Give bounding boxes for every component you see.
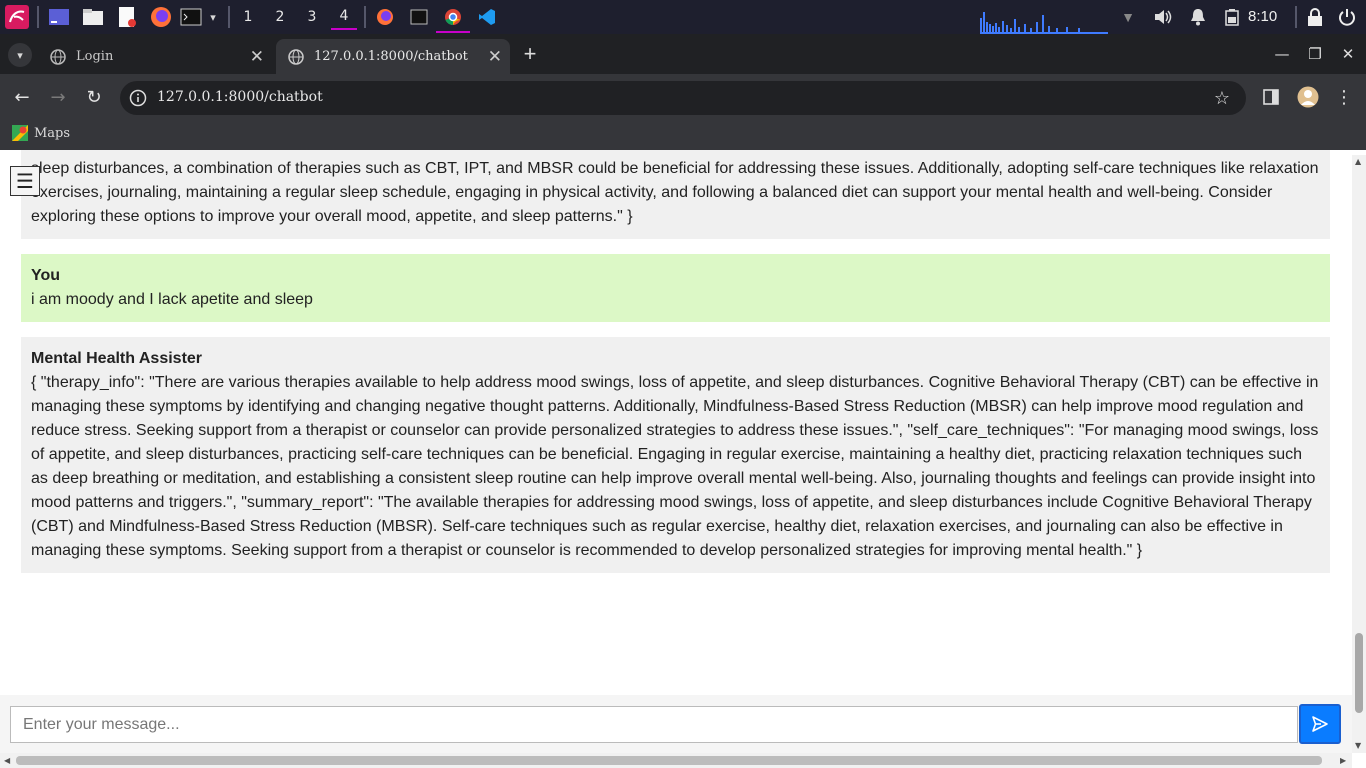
taskbar-separator xyxy=(37,6,39,28)
close-tab-icon[interactable]: ✕ xyxy=(250,47,264,67)
message-bot: sleep disturbances, a combination of the… xyxy=(21,150,1330,239)
browser-tabstrip: ▾ Login ✕ 127.0.0.1:8000/chatbot ✕ + xyxy=(0,34,1366,74)
tab-search-chevron-icon[interactable]: ▾ xyxy=(8,43,32,67)
back-button[interactable]: ← xyxy=(10,85,34,109)
globe-icon xyxy=(50,48,66,65)
firefox-window-icon[interactable] xyxy=(374,6,396,28)
chevron-down-icon[interactable]: ▾ xyxy=(206,6,220,28)
chrome-window-icon[interactable] xyxy=(442,6,464,28)
firefox-icon[interactable] xyxy=(148,6,174,28)
address-bar[interactable]: 127.0.0.1:8000/chatbot ☆ xyxy=(120,81,1246,115)
bookmark-star-icon[interactable]: ☆ xyxy=(1210,86,1234,110)
chat-page: sleep disturbances, a combination of the… xyxy=(0,150,1366,768)
file-manager-icon[interactable] xyxy=(80,6,106,28)
tab-title: 127.0.0.1:8000/chatbot xyxy=(314,49,468,64)
tab-title: Login xyxy=(76,49,114,64)
message-text: { "therapy_info": "There are various the… xyxy=(31,374,1319,559)
workspace-4[interactable]: 4 xyxy=(331,4,357,30)
message-text: sleep disturbances, a combination of the… xyxy=(31,160,1319,225)
reload-button[interactable]: ↻ xyxy=(82,85,106,109)
horizontal-scroll-thumb[interactable] xyxy=(16,756,1322,765)
send-button[interactable] xyxy=(1299,704,1341,744)
restore-window-button[interactable]: ❐ xyxy=(1303,42,1327,66)
bookmark-maps[interactable]: Maps xyxy=(12,125,70,141)
active-app-indicator xyxy=(436,31,470,33)
taskbar-separator xyxy=(364,6,366,28)
bookmark-label: Maps xyxy=(34,125,71,141)
site-info-icon[interactable] xyxy=(129,89,147,107)
message-text: i am moody and I lack apetite and sleep xyxy=(31,291,313,308)
close-window-button[interactable]: ✕ xyxy=(1336,42,1360,66)
forward-button[interactable]: → xyxy=(46,85,70,109)
profile-avatar[interactable] xyxy=(1296,85,1320,109)
kali-menu-icon[interactable] xyxy=(4,5,30,29)
horizontal-scrollbar[interactable]: ◀ ▶ xyxy=(0,753,1352,768)
message-sender: Mental Health Assister xyxy=(31,350,203,367)
close-tab-icon[interactable]: ✕ xyxy=(488,47,502,67)
taskbar-separator xyxy=(1295,6,1297,28)
tab-login[interactable]: Login ✕ xyxy=(38,39,272,74)
globe-icon xyxy=(288,48,304,65)
wifi-icon[interactable]: ▼ xyxy=(1118,6,1138,28)
maps-icon xyxy=(12,125,28,141)
power-icon[interactable] xyxy=(1336,6,1358,28)
chat-input-bar xyxy=(0,695,1352,753)
terminal-icon[interactable] xyxy=(180,6,202,28)
desktop-icon[interactable] xyxy=(46,6,72,28)
network-graph xyxy=(980,12,1108,34)
send-icon xyxy=(1312,716,1328,732)
battery-icon[interactable] xyxy=(1222,6,1242,28)
terminal-window-icon[interactable] xyxy=(408,6,430,28)
lock-icon[interactable] xyxy=(1304,6,1326,28)
bookmarks-bar: Maps xyxy=(0,120,1366,150)
browser-menu-icon[interactable]: ⋮ xyxy=(1332,85,1356,109)
url-text: 127.0.0.1:8000/chatbot xyxy=(157,89,323,105)
hamburger-menu-button[interactable]: ☰ xyxy=(10,166,40,196)
notification-bell-icon[interactable] xyxy=(1188,6,1208,28)
os-taskbar: ▾ 1 2 3 4 ▼ 8:10 xyxy=(0,0,1366,34)
workspace-2[interactable]: 2 xyxy=(267,4,293,30)
message-user: You i am moody and I lack apetite and sl… xyxy=(21,254,1330,322)
side-panel-icon[interactable] xyxy=(1259,85,1283,109)
tab-chatbot[interactable]: 127.0.0.1:8000/chatbot ✕ xyxy=(276,39,510,74)
message-sender: You xyxy=(31,267,61,284)
browser-toolbar: ← → ↻ 127.0.0.1:8000/chatbot ☆ ⋮ xyxy=(0,74,1366,120)
taskbar-separator xyxy=(228,6,230,28)
text-editor-icon[interactable] xyxy=(114,6,140,28)
volume-icon[interactable] xyxy=(1152,6,1174,28)
message-input[interactable] xyxy=(10,706,1298,743)
workspace-1[interactable]: 1 xyxy=(235,4,261,30)
new-tab-button[interactable]: + xyxy=(518,41,542,66)
clock: 8:10 xyxy=(1248,8,1278,25)
message-bot: Mental Health Assister { "therapy_info":… xyxy=(21,337,1330,573)
workspace-3[interactable]: 3 xyxy=(299,4,325,30)
vertical-scroll-thumb[interactable] xyxy=(1355,633,1363,713)
vscode-window-icon[interactable] xyxy=(476,6,498,28)
minimize-window-button[interactable]: — xyxy=(1270,42,1294,66)
vertical-scrollbar[interactable]: ▲ ▼ xyxy=(1352,155,1366,753)
